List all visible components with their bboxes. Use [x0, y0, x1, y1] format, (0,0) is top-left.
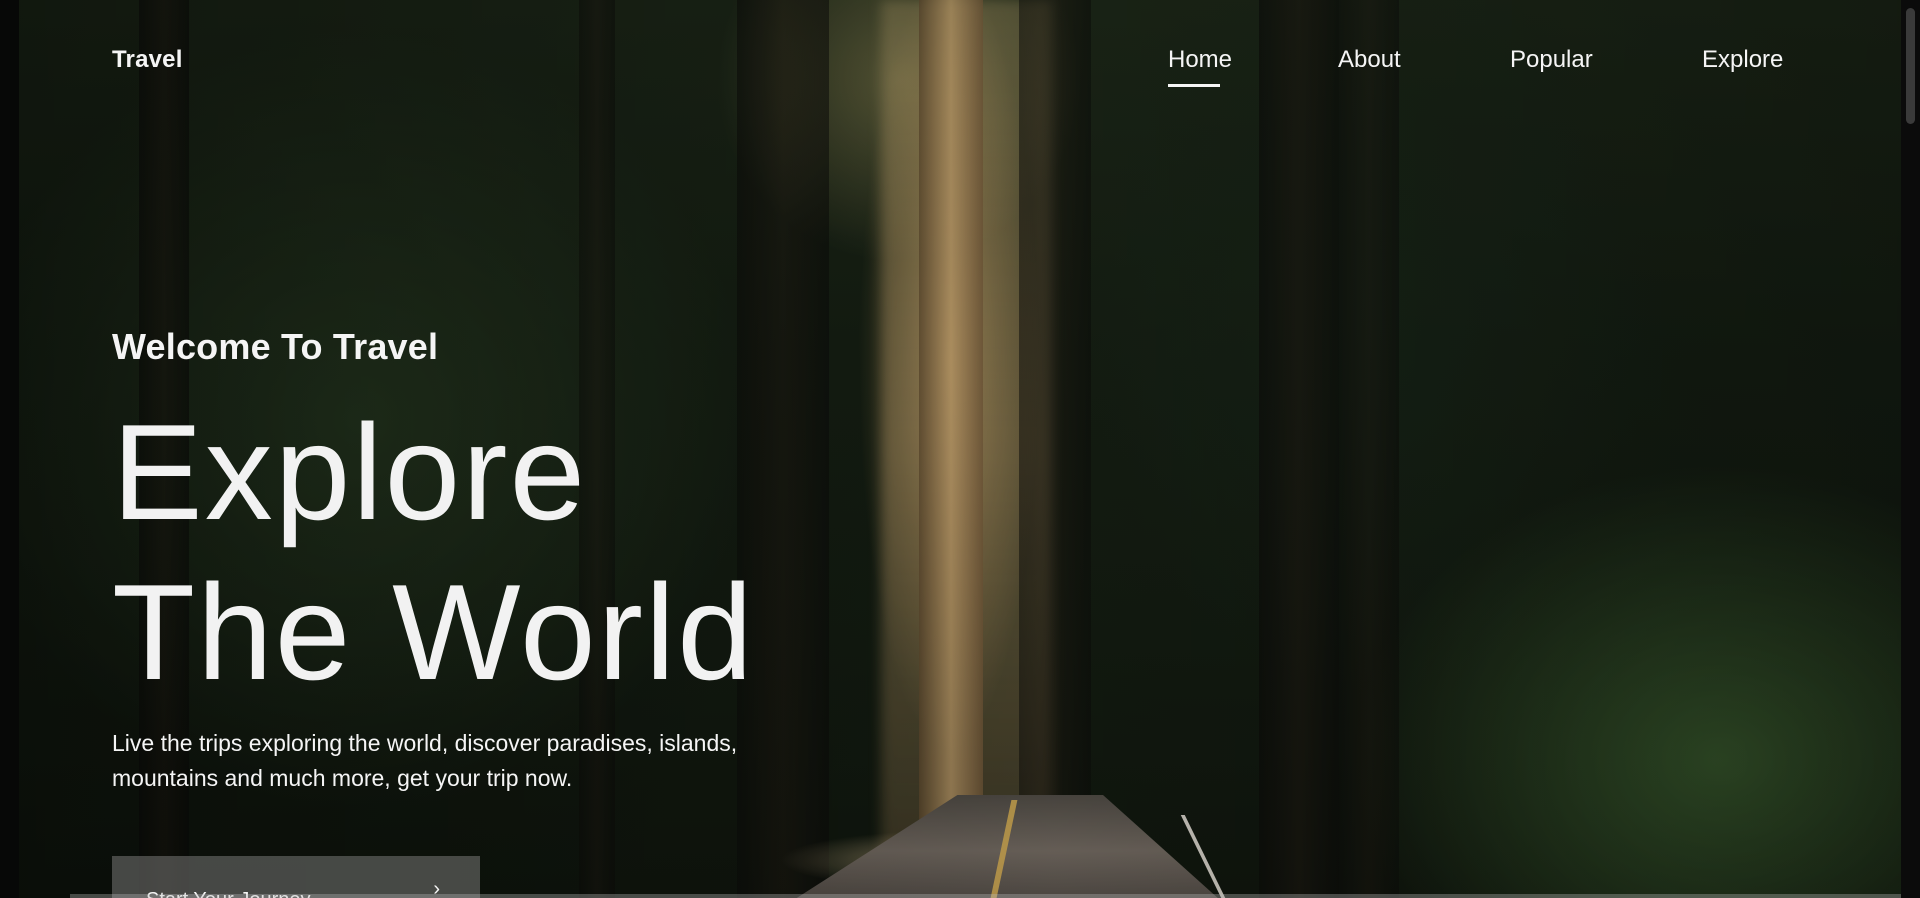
page-bottom-edge [70, 894, 1901, 898]
nav-item-explore[interactable]: Explore [1702, 46, 1783, 86]
hero-description: Live the trips exploring the world, disc… [112, 730, 738, 791]
start-journey-button[interactable]: Start Your Journey › [112, 856, 480, 898]
hero-title-line-2: The World [112, 556, 755, 708]
nav-item-popular[interactable]: Popular [1510, 46, 1593, 86]
browser-viewport: Travel Home About Popular Explore Welcom… [0, 0, 1920, 898]
scrollbar-thumb[interactable] [1906, 8, 1915, 124]
hero-title-line-1: Explore [112, 396, 588, 548]
nav-active-indicator [1168, 84, 1220, 87]
left-gutter [0, 0, 19, 898]
nav-item-home[interactable]: Home [1168, 46, 1232, 86]
hero-title: Explore The World [112, 392, 755, 712]
hero-subtitle: Welcome To Travel [112, 326, 439, 367]
nav-item-about[interactable]: About [1338, 46, 1401, 86]
main-nav: Home About Popular Explore [0, 46, 1920, 86]
vertical-scrollbar[interactable] [1901, 0, 1920, 898]
